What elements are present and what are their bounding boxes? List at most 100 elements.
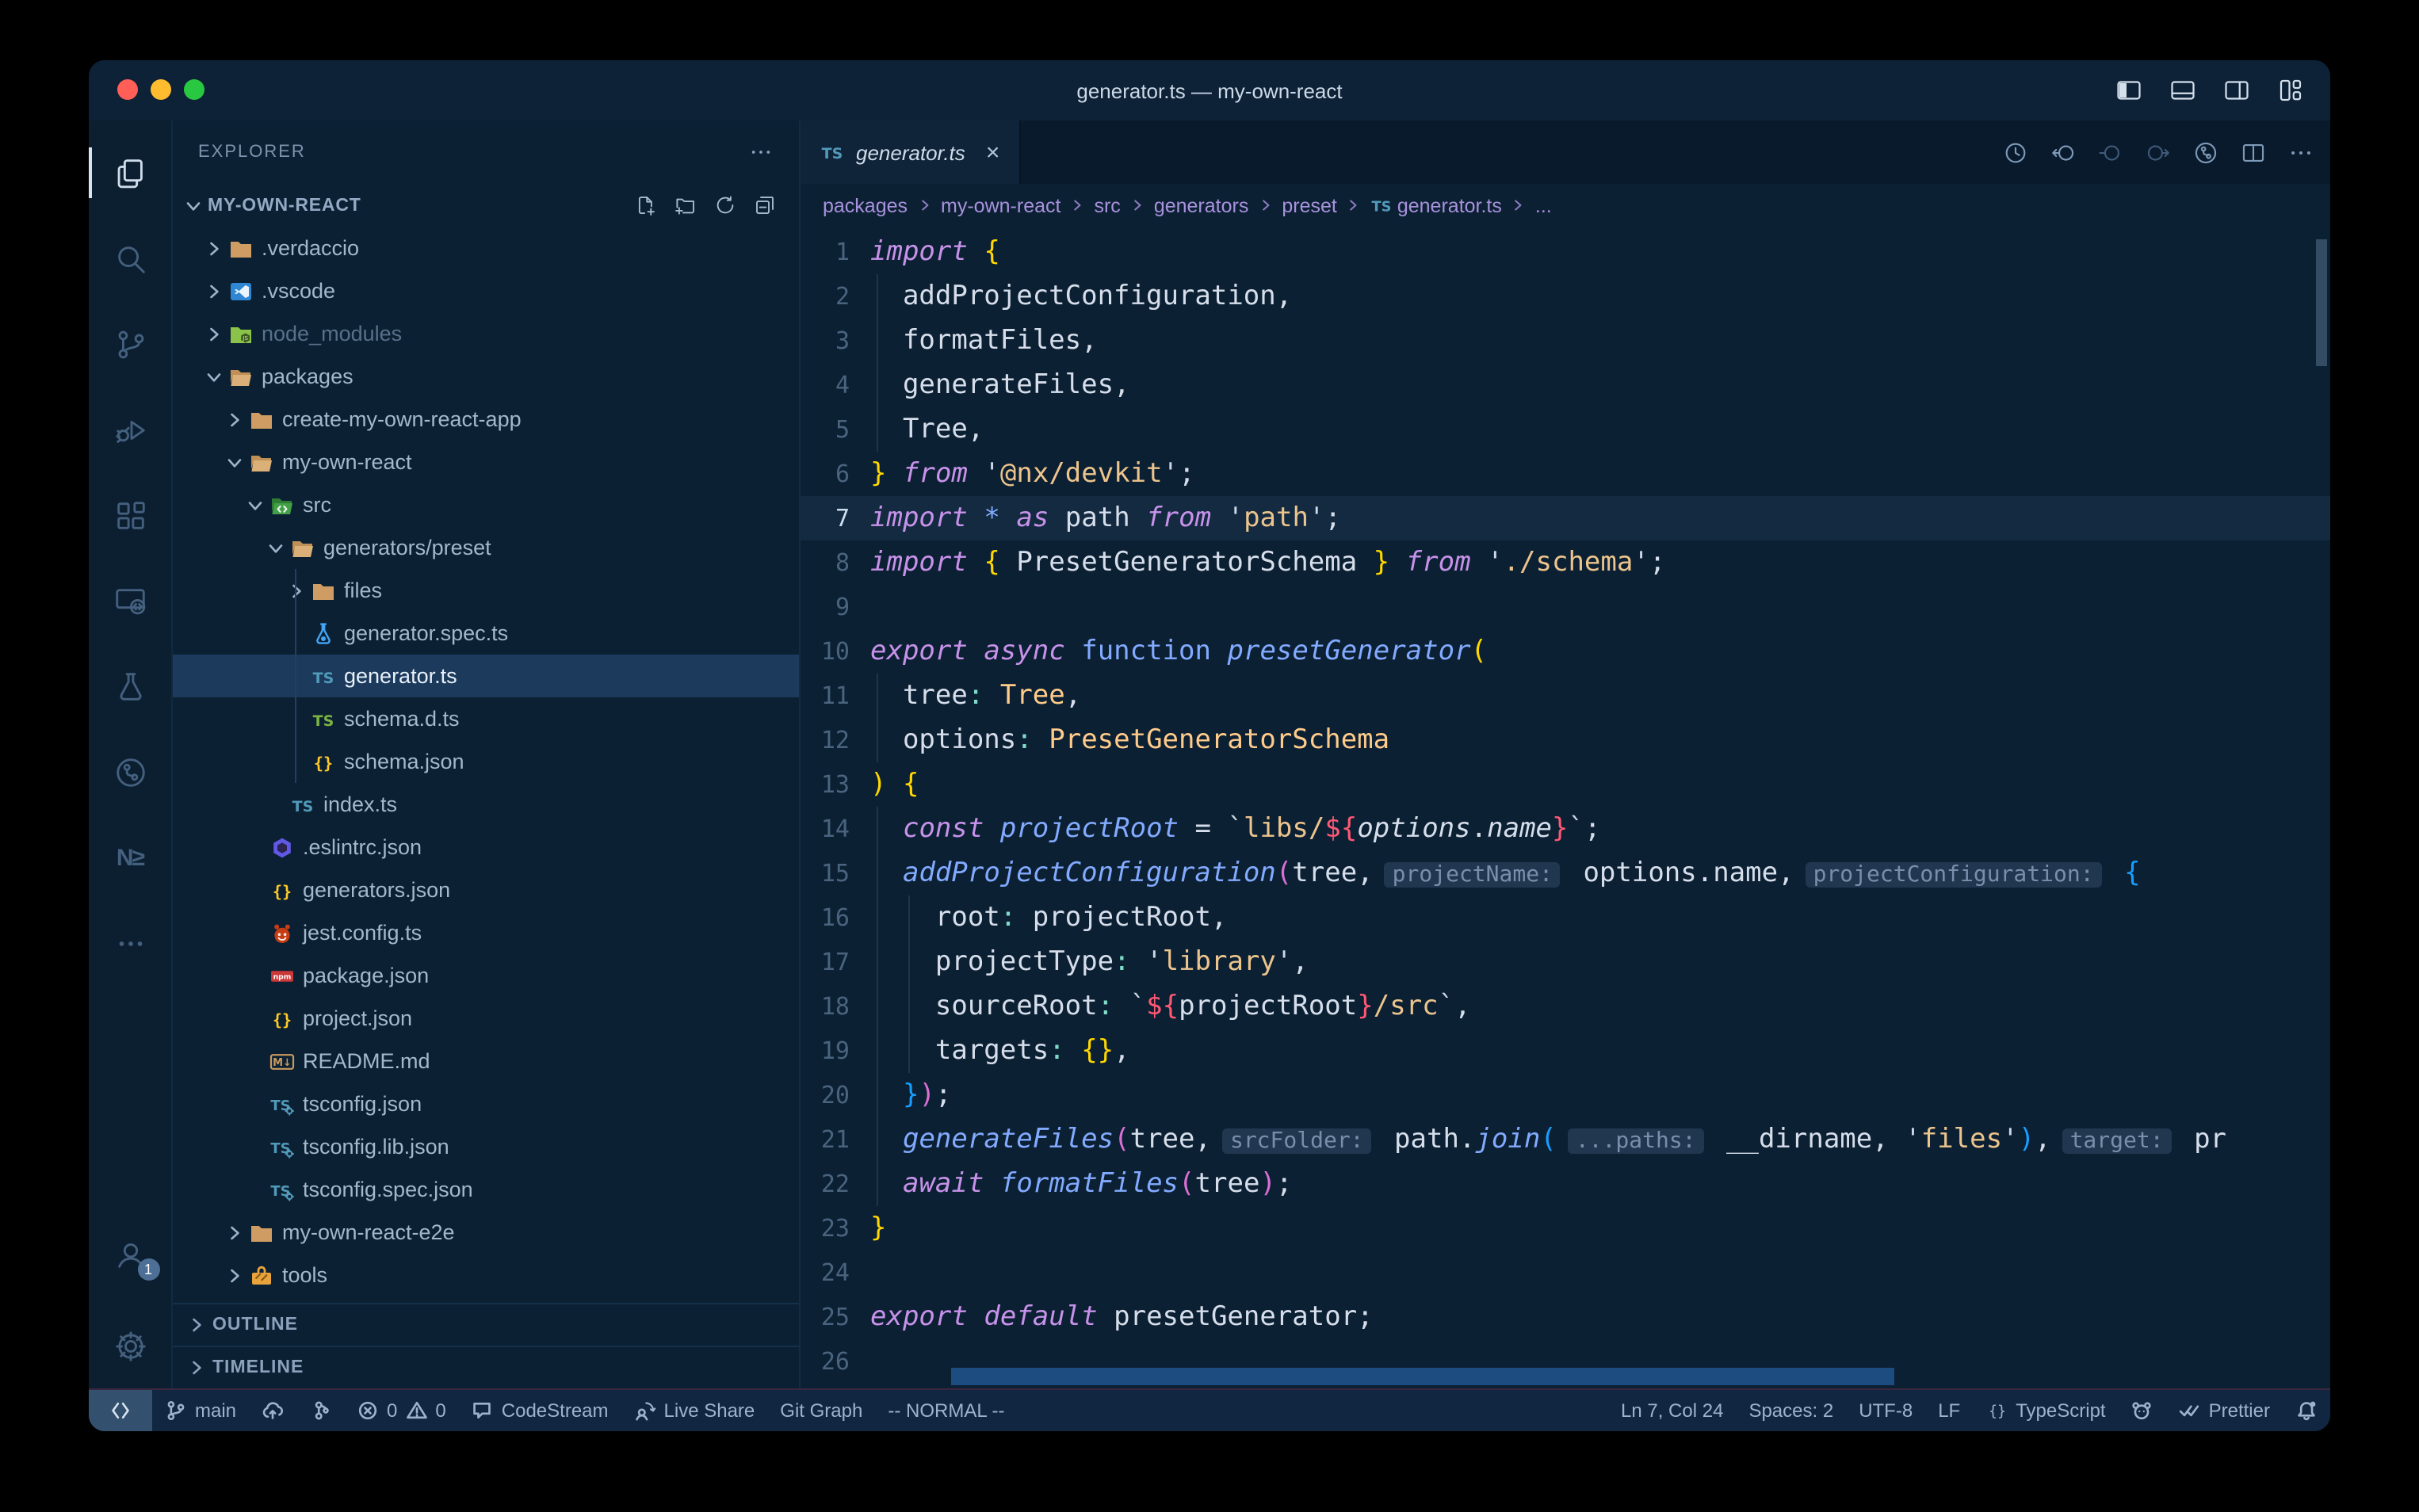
- status-notifications[interactable]: [2283, 1390, 2330, 1431]
- activity-search[interactable]: [89, 216, 172, 301]
- previous-change-icon[interactable]: [2097, 139, 2124, 166]
- code-editor[interactable]: 1import {2 addProjectConfiguration,3 for…: [801, 227, 2330, 1388]
- status-live-share[interactable]: Live Share: [621, 1390, 768, 1431]
- chevron-right-icon[interactable]: [203, 323, 225, 345]
- tree-item--eslintrc-json[interactable]: .eslintrc.json: [173, 826, 799, 869]
- navigate-back-icon[interactable]: [2050, 139, 2077, 166]
- explorer-more-icon[interactable]: [748, 139, 774, 165]
- tree-item-packages[interactable]: packages: [173, 355, 799, 398]
- tree-item-my-own-react-e2e[interactable]: my-own-react-e2e: [173, 1211, 799, 1254]
- tree-item-files[interactable]: files: [173, 569, 799, 612]
- tree-item-src[interactable]: src: [173, 483, 799, 526]
- activity-accounts[interactable]: 1: [89, 1211, 172, 1296]
- tree-item-generators-preset[interactable]: generators/preset: [173, 526, 799, 569]
- code-line-content: import {: [870, 230, 2330, 274]
- tree-item--verdaccio[interactable]: .verdaccio: [173, 227, 799, 269]
- activity-run-debug[interactable]: [89, 387, 172, 472]
- chevron-down-icon[interactable]: [244, 494, 266, 516]
- next-change-icon[interactable]: [2145, 139, 2172, 166]
- refresh-explorer-icon[interactable]: [713, 193, 737, 217]
- toggle-panel-icon[interactable]: [2169, 76, 2197, 105]
- tree-item-project-json[interactable]: {}project.json: [173, 997, 799, 1040]
- tree-item-tools[interactable]: tools: [173, 1254, 799, 1296]
- status-git-graph-status[interactable]: Git Graph: [767, 1390, 875, 1431]
- tab-generator-ts[interactable]: TS generator.ts ×: [801, 120, 1020, 184]
- tree-item-tsconfig-json[interactable]: TStsconfig.json: [173, 1082, 799, 1125]
- activity-git-graph[interactable]: [89, 729, 172, 815]
- tree-item-schema-json[interactable]: {}schema.json: [173, 740, 799, 783]
- split-editor-icon[interactable]: [2240, 139, 2267, 166]
- indent-guide: [877, 807, 878, 851]
- tree-item-generator-ts[interactable]: TSgenerator.ts: [173, 655, 799, 697]
- activity-source-control[interactable]: [89, 301, 172, 387]
- tree-item-node-modules[interactable]: JSnode_modules: [173, 312, 799, 355]
- status-codestream[interactable]: CodeStream: [459, 1390, 621, 1431]
- new-folder-icon[interactable]: [674, 193, 697, 217]
- status-eol[interactable]: LF: [1925, 1390, 1973, 1431]
- activity-settings[interactable]: [89, 1303, 172, 1388]
- chevron-right-icon[interactable]: [203, 280, 225, 302]
- new-file-icon[interactable]: [634, 193, 658, 217]
- tree-item-readme-md[interactable]: M↓README.md: [173, 1040, 799, 1082]
- status-remote[interactable]: [89, 1390, 152, 1431]
- chevron-right-icon[interactable]: [224, 1221, 246, 1243]
- activity-remote-explorer[interactable]: [89, 558, 172, 643]
- activity-more-views[interactable]: [89, 900, 172, 986]
- more-actions-icon[interactable]: [2287, 139, 2314, 166]
- status-problems[interactable]: 00: [344, 1390, 459, 1431]
- breadcrumb-item[interactable]: generators: [1154, 194, 1249, 216]
- workspace-section-header[interactable]: MY-OWN-REACT: [173, 184, 799, 227]
- chevron-right-icon[interactable]: [224, 408, 246, 430]
- tree-item-package-json[interactable]: npmpackage.json: [173, 954, 799, 997]
- toggle-secondary-sidebar-icon[interactable]: [2222, 76, 2251, 105]
- chevron-down-icon[interactable]: [265, 536, 287, 559]
- status-gremlins[interactable]: [2119, 1390, 2166, 1431]
- breadcrumb-item[interactable]: my-own-react: [941, 194, 1060, 216]
- status-sync[interactable]: [249, 1390, 296, 1431]
- activity-extensions[interactable]: [89, 472, 172, 558]
- status-language-mode[interactable]: {}TypeScript: [1973, 1390, 2118, 1431]
- tree-item-jest-config-ts[interactable]: jest.config.ts: [173, 911, 799, 954]
- activity-explorer[interactable]: [89, 130, 172, 216]
- chevron-right-icon[interactable]: [224, 1264, 246, 1286]
- status-vim-mode[interactable]: -- NORMAL --: [875, 1390, 1017, 1431]
- activity-testing[interactable]: [89, 643, 172, 729]
- status-prettier[interactable]: Prettier: [2166, 1390, 2283, 1431]
- tree-item-generators-json[interactable]: {}generators.json: [173, 869, 799, 911]
- toggle-primary-sidebar-icon[interactable]: [2115, 76, 2143, 105]
- breadcrumb-item[interactable]: ...: [1535, 194, 1552, 216]
- indent-guide: [877, 851, 878, 895]
- customize-layout-icon[interactable]: [2276, 76, 2305, 105]
- status-encoding[interactable]: UTF-8: [1846, 1390, 1925, 1431]
- timeline-view-icon[interactable]: [2002, 139, 2029, 166]
- timeline-section[interactable]: TIMELINE: [173, 1346, 799, 1388]
- outline-section[interactable]: OUTLINE: [173, 1303, 799, 1346]
- breadcrumb-item[interactable]: src: [1094, 194, 1120, 216]
- status-cursor-position[interactable]: Ln 7, Col 24: [1608, 1390, 1736, 1431]
- tree-item-my-own-react[interactable]: my-own-react: [173, 441, 799, 483]
- indent-guide: [877, 319, 878, 363]
- chevron-right-icon[interactable]: [203, 237, 225, 259]
- chevron-right-icon[interactable]: [285, 579, 308, 601]
- breadcrumb-item[interactable]: packages: [823, 194, 908, 216]
- status-indentation[interactable]: Spaces: 2: [1736, 1390, 1846, 1431]
- activity-nx-console[interactable]: N≥: [89, 815, 172, 900]
- chevron-down-icon[interactable]: [203, 365, 225, 388]
- status-git-commits[interactable]: [296, 1390, 344, 1431]
- tree-item-create-my-own-react-app[interactable]: create-my-own-react-app: [173, 398, 799, 441]
- breadcrumb-item[interactable]: TSgenerator.ts: [1370, 193, 1502, 217]
- breadcrumb-item[interactable]: preset: [1282, 194, 1337, 216]
- git-graph-view-icon[interactable]: [2192, 139, 2219, 166]
- tree-item-schema-d-ts[interactable]: TSschema.d.ts: [173, 697, 799, 740]
- tree-item-tsconfig-lib-json[interactable]: TStsconfig.lib.json: [173, 1125, 799, 1168]
- chevron-down-icon[interactable]: [224, 451, 246, 473]
- status-text: LF: [1938, 1399, 1960, 1422]
- tree-item--vscode[interactable]: .vscode: [173, 269, 799, 312]
- tree-item-tsconfig-spec-json[interactable]: TStsconfig.spec.json: [173, 1168, 799, 1211]
- tree-item-generator-spec-ts[interactable]: generator.spec.ts: [173, 612, 799, 655]
- collapse-folders-icon[interactable]: [753, 193, 777, 217]
- tree-item-label: create-my-own-react-app: [282, 407, 522, 431]
- close-tab-icon[interactable]: ×: [986, 140, 1000, 164]
- status-branch[interactable]: main: [152, 1390, 249, 1431]
- tree-item-index-ts[interactable]: TSindex.ts: [173, 783, 799, 826]
